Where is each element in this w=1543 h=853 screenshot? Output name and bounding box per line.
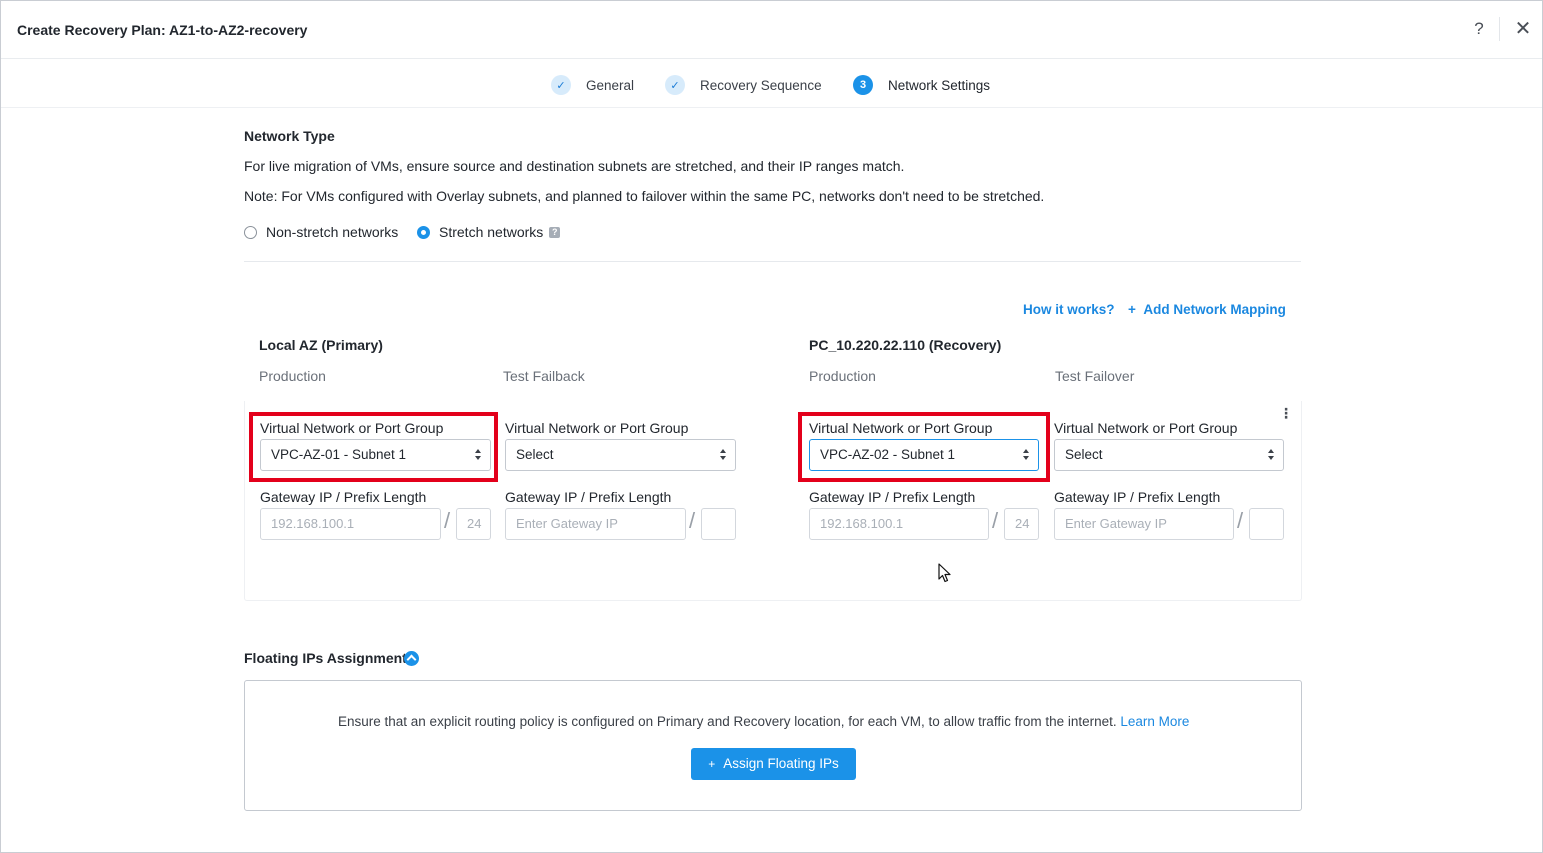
wizard-stepper: ✓ General ✓ Recovery Sequence 3 Network … [1, 60, 1542, 108]
how-it-works-link[interactable]: How it works? [1023, 302, 1115, 317]
dialog-title: Create Recovery Plan: AZ1-to-AZ2-recover… [17, 22, 308, 38]
recovery-az-heading: PC_10.220.22.110 (Recovery) [809, 337, 1002, 353]
header-divider [1499, 17, 1500, 41]
recovery-prod-gateway-input[interactable]: 192.168.100.1 [809, 508, 989, 540]
radio-label: Stretch networks [439, 224, 544, 240]
prefix-separator: / [444, 508, 451, 533]
step-recovery-sequence[interactable]: ✓ Recovery Sequence [665, 74, 822, 96]
primary-prod-prefix-input[interactable]: 24 [456, 508, 491, 540]
select-value: Select [1065, 447, 1103, 462]
help-icon[interactable]: ? [1469, 18, 1489, 40]
floating-ips-notice: Ensure that an explicit routing policy i… [338, 714, 1189, 729]
network-type-heading: Network Type [244, 128, 335, 144]
primary-test-gw-label: Gateway IP / Prefix Length [505, 489, 672, 505]
select-arrows-icon [1268, 449, 1274, 461]
step-label: General [586, 77, 635, 93]
floating-ips-notice-text: Ensure that an explicit routing policy i… [338, 714, 1117, 729]
recovery-plan-dialog: Create Recovery Plan: AZ1-to-AZ2-recover… [0, 0, 1543, 853]
check-icon: ✓ [551, 75, 571, 95]
recovery-test-prefix-input[interactable] [1249, 508, 1284, 540]
add-network-mapping-link[interactable]: + Add Network Mapping [1128, 302, 1286, 317]
step-label: Network Settings [888, 77, 991, 93]
highlight-recovery-network [798, 412, 1050, 482]
plus-icon: + [1128, 302, 1136, 317]
step-network-settings[interactable]: 3 Network Settings [853, 74, 990, 96]
recovery-production-label: Production [809, 368, 876, 384]
prefix-separator: / [992, 508, 999, 533]
recovery-test-vn-label: Virtual Network or Port Group [1054, 420, 1238, 436]
assign-floating-ips-label: Assign Floating IPs [723, 756, 839, 771]
recovery-test-gateway-input[interactable]: Enter Gateway IP [1054, 508, 1234, 540]
network-type-description: For live migration of VMs, ensure source… [244, 158, 905, 174]
primary-prod-gateway-input[interactable]: 192.168.100.1 [260, 508, 441, 540]
prefix-separator: / [689, 508, 696, 533]
section-divider [244, 261, 1301, 262]
radio-label: Non-stretch networks [266, 224, 399, 240]
more-options-icon[interactable]: ⋮ [1279, 404, 1293, 422]
primary-test-vn-select[interactable]: Select [505, 439, 736, 471]
primary-prod-gw-label: Gateway IP / Prefix Length [260, 489, 427, 505]
select-value: Select [516, 447, 554, 462]
mouse-pointer-icon [938, 563, 951, 583]
learn-more-link[interactable]: Learn More [1120, 714, 1189, 729]
step-general[interactable]: ✓ General [551, 74, 634, 96]
recovery-test-vn-select[interactable]: Select [1054, 439, 1284, 471]
floating-ips-panel [244, 680, 1302, 811]
dialog-header: Create Recovery Plan: AZ1-to-AZ2-recover… [1, 1, 1542, 59]
radio-checked-icon [417, 225, 430, 239]
add-network-mapping-label: Add Network Mapping [1143, 302, 1286, 317]
primary-test-prefix-input[interactable] [701, 508, 736, 540]
recovery-test-gw-label: Gateway IP / Prefix Length [1054, 489, 1221, 505]
radio-stretch[interactable]: Stretch networks ? [417, 223, 561, 241]
plus-icon: + [708, 757, 716, 771]
step-label: Recovery Sequence [700, 77, 822, 93]
network-type-note: Note: For VMs configured with Overlay su… [244, 188, 1045, 204]
recovery-test-failover-label: Test Failover [1055, 368, 1135, 384]
info-icon[interactable]: ? [549, 226, 561, 238]
primary-test-failback-label: Test Failback [503, 368, 585, 384]
check-icon: ✓ [665, 75, 685, 95]
primary-production-label: Production [259, 368, 326, 384]
highlight-primary-network [249, 412, 498, 482]
step-number-badge: 3 [853, 75, 873, 95]
close-icon[interactable]: ✕ [1512, 17, 1534, 41]
recovery-prod-gw-label: Gateway IP / Prefix Length [809, 489, 976, 505]
floating-ips-heading: Floating IPs Assignment [244, 650, 407, 666]
primary-test-vn-label: Virtual Network or Port Group [505, 420, 689, 436]
chevron-up-icon[interactable] [404, 651, 419, 666]
assign-floating-ips-button[interactable]: + Assign Floating IPs [691, 748, 856, 780]
recovery-prod-prefix-input[interactable]: 24 [1004, 508, 1039, 540]
radio-non-stretch[interactable]: Non-stretch networks [244, 223, 398, 241]
prefix-separator: / [1237, 508, 1244, 533]
radio-unchecked-icon [244, 225, 257, 239]
primary-test-gateway-input[interactable]: Enter Gateway IP [505, 508, 686, 540]
primary-az-heading: Local AZ (Primary) [259, 337, 383, 353]
select-arrows-icon [720, 449, 726, 461]
